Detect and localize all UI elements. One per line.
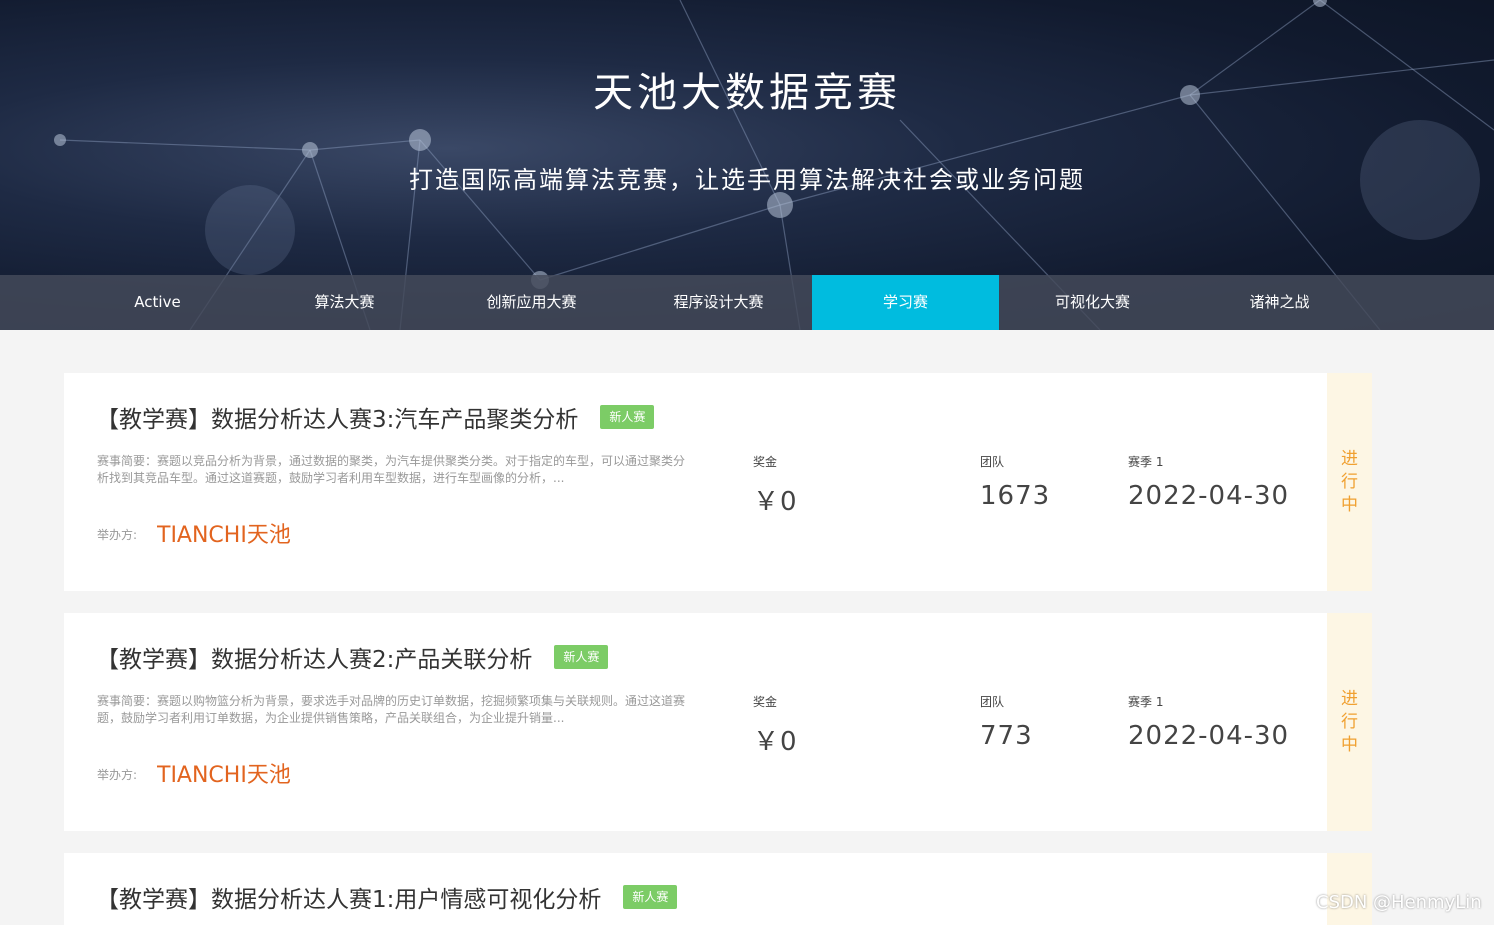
card-title-row: 【教学赛】数据分析达人赛1:用户情感可视化分析 新人赛: [96, 879, 678, 915]
competition-summary: 赛事简要：赛题以竞品分析为背景，通过数据的聚类，为汽车提供聚类分类。对于指定的车…: [97, 454, 686, 485]
status-char: 中: [1341, 495, 1358, 515]
tab-active[interactable]: Active: [64, 275, 251, 330]
competition-title[interactable]: 【教学赛】数据分析达人赛1:用户情感可视化分析: [96, 880, 601, 914]
newbie-badge: 新人赛: [600, 405, 655, 429]
status-char: 中: [1341, 735, 1358, 755]
newbie-badge: 新人赛: [554, 645, 609, 669]
prize-value: ￥0: [753, 487, 798, 517]
tab-learning[interactable]: 学习赛: [812, 275, 999, 330]
card-title-row: 【教学赛】数据分析达人赛2:产品关联分析 新人赛: [96, 639, 609, 675]
competition-title[interactable]: 【教学赛】数据分析达人赛3:汽车产品聚类分析: [96, 400, 578, 434]
card-title-row: 【教学赛】数据分析达人赛3:汽车产品聚类分析 新人赛: [96, 399, 655, 435]
prize-value: ￥0: [753, 727, 798, 757]
competition-title[interactable]: 【教学赛】数据分析达人赛2:产品关联分析: [96, 640, 532, 674]
watermark: CSDN @HenmyLin: [1316, 892, 1482, 913]
tab-programming[interactable]: 程序设计大赛: [625, 275, 812, 330]
team-count: 773: [980, 721, 1033, 751]
status-in-progress: 进 行 中: [1327, 373, 1372, 591]
prize-label: 奖金: [753, 455, 778, 469]
team-count: 1673: [980, 481, 1051, 511]
season-end-date: 2022-04-30: [1128, 721, 1290, 751]
competition-summary: 赛事简要：赛题以购物篮分析为背景，要求选手对品牌的历史订单数据，挖掘频繁项集与关…: [97, 694, 686, 725]
season-label: 赛季 1: [1128, 455, 1164, 469]
svg-text:TIANCHI天池: TIANCHI天池: [157, 763, 291, 788]
prize-label: 奖金: [753, 695, 778, 709]
competition-card[interactable]: 【教学赛】数据分析达人赛3:汽车产品聚类分析 新人赛 赛事简要：赛题以竞品分析为…: [64, 373, 1372, 591]
organizer-label: 举办方:: [97, 528, 138, 542]
status-column: [1327, 853, 1372, 925]
organizer-label: 举办方:: [97, 768, 138, 782]
tianchi-logo: TIANCHI天池: [157, 763, 291, 788]
status-char: 进: [1341, 689, 1358, 709]
tab-innovation[interactable]: 创新应用大赛: [438, 275, 625, 330]
category-tab-bar: Active 算法大赛 创新应用大赛 程序设计大赛 学习赛 可视化大赛 诸神之战: [0, 275, 1494, 330]
team-label: 团队: [980, 695, 1005, 709]
team-label: 团队: [980, 455, 1005, 469]
tianchi-logo: TIANCHI天池: [157, 523, 291, 548]
status-char: 进: [1341, 449, 1358, 469]
tab-visualization[interactable]: 可视化大赛: [999, 275, 1186, 330]
competition-card[interactable]: 【教学赛】数据分析达人赛1:用户情感可视化分析 新人赛: [64, 853, 1372, 925]
status-char: 行: [1341, 472, 1358, 492]
hero-title: 天池大数据竞赛: [593, 70, 901, 116]
tab-battle-of-gods[interactable]: 诸神之战: [1186, 275, 1373, 330]
svg-text:TIANCHI天池: TIANCHI天池: [157, 523, 291, 548]
newbie-badge: 新人赛: [623, 885, 678, 909]
status-char: 行: [1341, 712, 1358, 732]
competition-card[interactable]: 【教学赛】数据分析达人赛2:产品关联分析 新人赛 赛事简要：赛题以购物篮分析为背…: [64, 613, 1372, 831]
status-in-progress: 进 行 中: [1327, 613, 1372, 831]
season-end-date: 2022-04-30: [1128, 481, 1290, 511]
hero-subtitle: 打造国际高端算法竞赛，让选手用算法解决社会或业务问题: [409, 166, 1085, 194]
tab-algorithm[interactable]: 算法大赛: [251, 275, 438, 330]
season-label: 赛季 1: [1128, 695, 1164, 709]
